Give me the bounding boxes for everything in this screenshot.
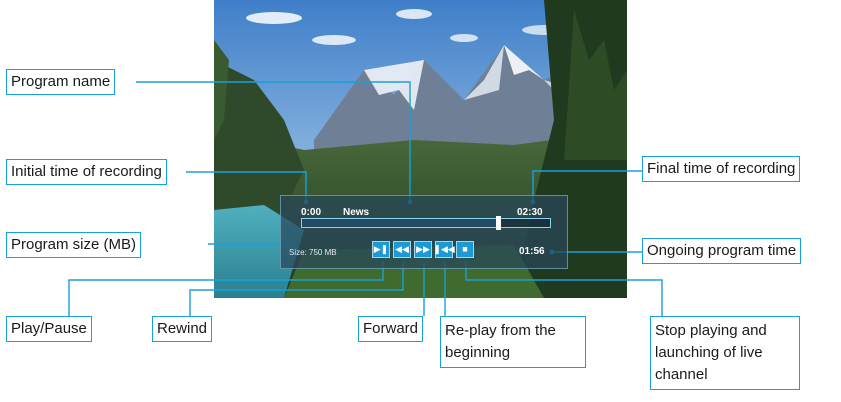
- play-pause-button[interactable]: ▶❚: [372, 241, 390, 258]
- callout-ongoing-time: Ongoing program time: [642, 238, 802, 264]
- callout-final-time: Final time of recording: [642, 156, 801, 182]
- callout-stop: Stop playing and launching of live chann…: [650, 316, 800, 390]
- program-name: News: [343, 207, 370, 218]
- program-size: Size: 750 MB: [289, 248, 337, 257]
- forward-button[interactable]: ▶▶: [414, 241, 432, 258]
- progress-bar[interactable]: [301, 216, 551, 230]
- end-time: 02:30: [517, 207, 543, 218]
- progress-fill: [302, 219, 498, 227]
- start-time: 0:00: [301, 207, 322, 218]
- callout-play-pause: Play/Pause: [6, 316, 92, 342]
- replay-button[interactable]: ❚◀◀: [433, 241, 455, 258]
- callout-program-size: Program size (MB): [6, 232, 142, 258]
- progress-handle[interactable]: [495, 216, 501, 230]
- stop-icon: ■: [462, 244, 468, 254]
- forward-icon: ▶▶: [416, 244, 430, 254]
- callout-program-name: Program name: [6, 69, 116, 95]
- callout-replay: Re-play from the beginning: [440, 316, 586, 368]
- callout-forward: Forward: [358, 316, 424, 342]
- current-time: 01:56: [519, 246, 545, 257]
- rewind-button[interactable]: ◀◀: [393, 241, 411, 258]
- stop-button[interactable]: ■: [456, 241, 474, 258]
- media-player-overlay: 0:00 News 02:30 Size: 750 MB ▶❚ ◀◀ ▶▶ ❚◀…: [280, 195, 568, 269]
- callout-initial-time: Initial time of recording: [6, 159, 167, 185]
- play-pause-icon: ▶❚: [373, 244, 389, 254]
- rewind-icon: ◀◀: [395, 244, 409, 254]
- callout-rewind: Rewind: [152, 316, 213, 342]
- skip-to-start-icon: ❚◀◀: [433, 244, 455, 254]
